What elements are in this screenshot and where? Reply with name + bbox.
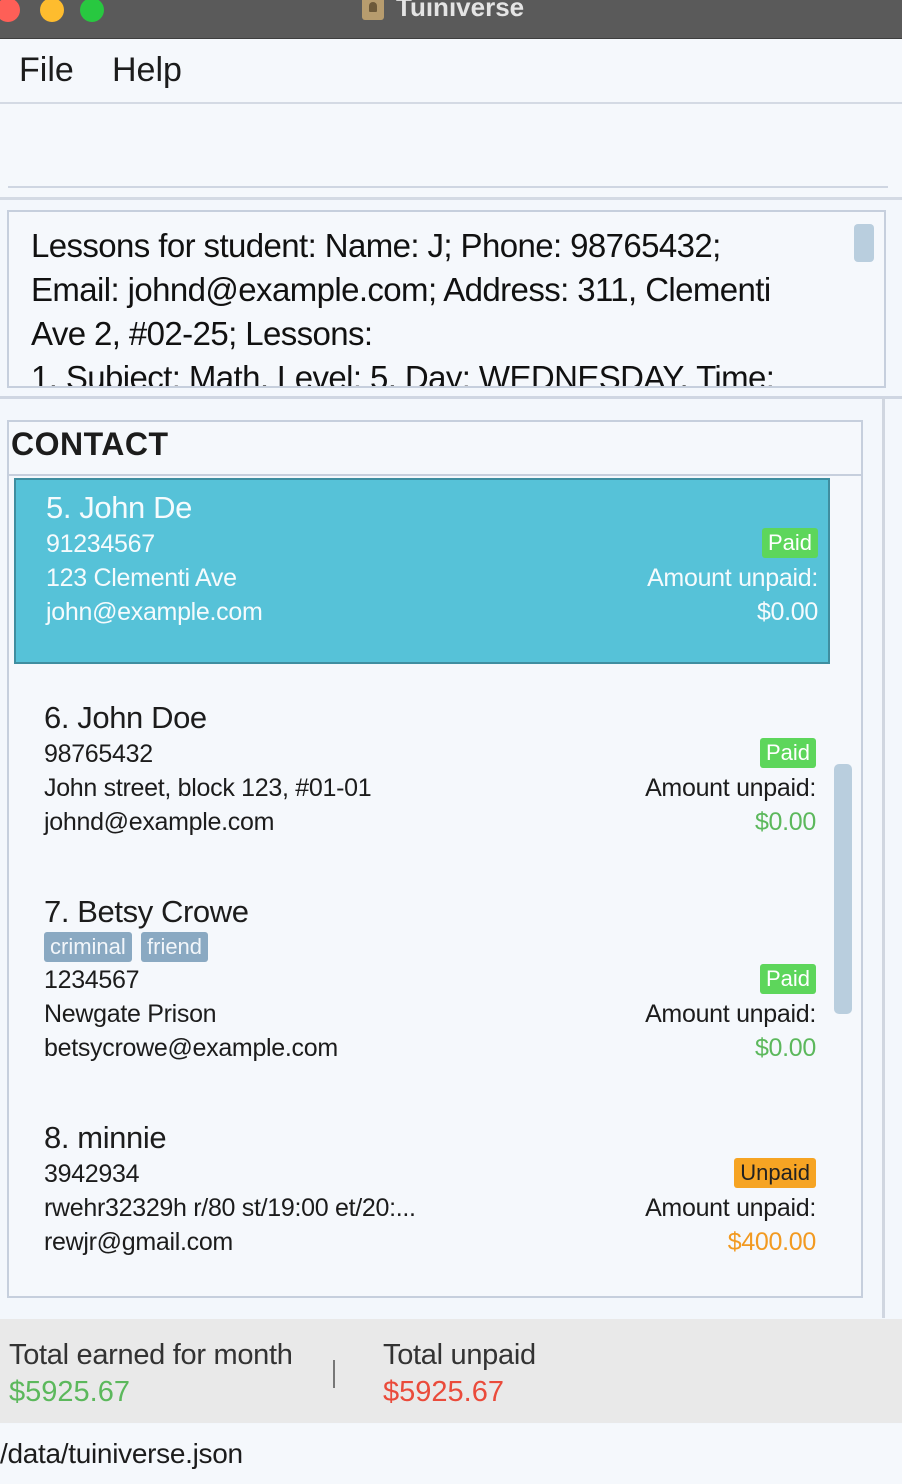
- contact-name: 5. John De: [46, 490, 192, 525]
- contact-card-selected[interactable]: 5. John De 91234567 123 Clementi Ave joh…: [14, 478, 830, 664]
- contact-phone: 3942934: [44, 1160, 140, 1188]
- result-text: Lessons for student: Name: J; Phone: 987…: [31, 227, 775, 388]
- contact-card[interactable]: 8. minnie 3942934 rwehr32329h r/80 st/19…: [14, 1112, 826, 1282]
- menu-help[interactable]: Help: [112, 51, 182, 90]
- contact-phone: 98765432: [44, 740, 153, 768]
- total-earned-label: Total earned for month: [9, 1339, 293, 1371]
- payment-status-badge: Paid: [759, 964, 816, 994]
- result-scrollbar[interactable]: [854, 224, 874, 262]
- total-unpaid-label: Total unpaid: [383, 1339, 536, 1371]
- amount-unpaid-value: $0.00: [754, 1034, 816, 1062]
- result-display[interactable]: Lessons for student: Name: J; Phone: 987…: [7, 210, 886, 388]
- contact-name: 6. John Doe: [44, 700, 207, 735]
- contact-email: john@example.com: [46, 598, 263, 626]
- contact-list-scrollbar[interactable]: [834, 764, 852, 1014]
- panel-divider: [882, 398, 885, 1318]
- divider: [0, 396, 902, 399]
- amount-unpaid-value: $0.00: [756, 598, 818, 626]
- contact-card[interactable]: 6. John Doe 98765432 John street, block …: [14, 692, 826, 862]
- amount-unpaid-label: Amount unpaid:: [645, 1194, 816, 1222]
- contact-address: John street, block 123, #01-01: [44, 774, 372, 802]
- close-window-button[interactable]: [0, 0, 20, 22]
- contact-address: Newgate Prison: [44, 1000, 217, 1028]
- contact-header: CONTACT: [9, 422, 861, 476]
- contact-name: 8. minnie: [44, 1120, 167, 1155]
- menu-bar: File Help: [0, 39, 902, 104]
- summary-separator: [333, 1360, 335, 1388]
- contact-phone: 91234567: [46, 530, 155, 558]
- total-unpaid-value: $5925.67: [383, 1376, 504, 1408]
- amount-unpaid-value: $0.00: [754, 808, 816, 836]
- amount-unpaid-label: Amount unpaid:: [647, 564, 818, 592]
- contact-title: CONTACT: [11, 426, 169, 462]
- window-title: Tuiniverse: [396, 0, 525, 22]
- tag-label: criminal: [44, 932, 132, 962]
- contact-phone: 1234567: [44, 966, 140, 994]
- total-earned-value: $5925.67: [9, 1376, 130, 1408]
- minimize-window-button[interactable]: [40, 0, 64, 22]
- contact-email: rewjr@gmail.com: [44, 1228, 233, 1256]
- payment-status-badge: Paid: [759, 738, 816, 768]
- title-bar: Tuiniverse: [0, 0, 902, 39]
- menu-file[interactable]: File: [19, 51, 74, 90]
- amount-unpaid-label: Amount unpaid:: [645, 774, 816, 802]
- command-input[interactable]: [8, 104, 888, 188]
- contact-email: betsycrowe@example.com: [44, 1034, 338, 1062]
- payment-status-badge: Unpaid: [734, 1158, 816, 1188]
- status-bar: /data/tuiniverse.json: [0, 1424, 902, 1484]
- amount-unpaid-label: Amount unpaid:: [645, 1000, 816, 1028]
- contact-panel: CONTACT 5. John De 91234567 123 Clementi…: [7, 420, 863, 1298]
- amount-unpaid-value: $400.00: [727, 1228, 817, 1256]
- payment-status-badge: Paid: [761, 528, 818, 558]
- contact-name: 7. Betsy Crowe: [44, 894, 249, 929]
- app-icon: [362, 0, 384, 20]
- data-file-path: /data/tuiniverse.json: [0, 1438, 243, 1469]
- contact-address: 123 Clementi Ave: [46, 564, 237, 592]
- command-box: [0, 104, 902, 200]
- earnings-summary: Total earned for month $5925.67 Total un…: [0, 1319, 902, 1423]
- zoom-window-button[interactable]: [80, 0, 104, 22]
- tag-label: friend: [141, 932, 209, 962]
- contact-address: rwehr32329h r/80 st/19:00 et/20:...: [44, 1194, 416, 1222]
- contact-card[interactable]: 7. Betsy Crowe criminal friend 1234567 N…: [14, 886, 826, 1086]
- contact-email: johnd@example.com: [44, 808, 275, 836]
